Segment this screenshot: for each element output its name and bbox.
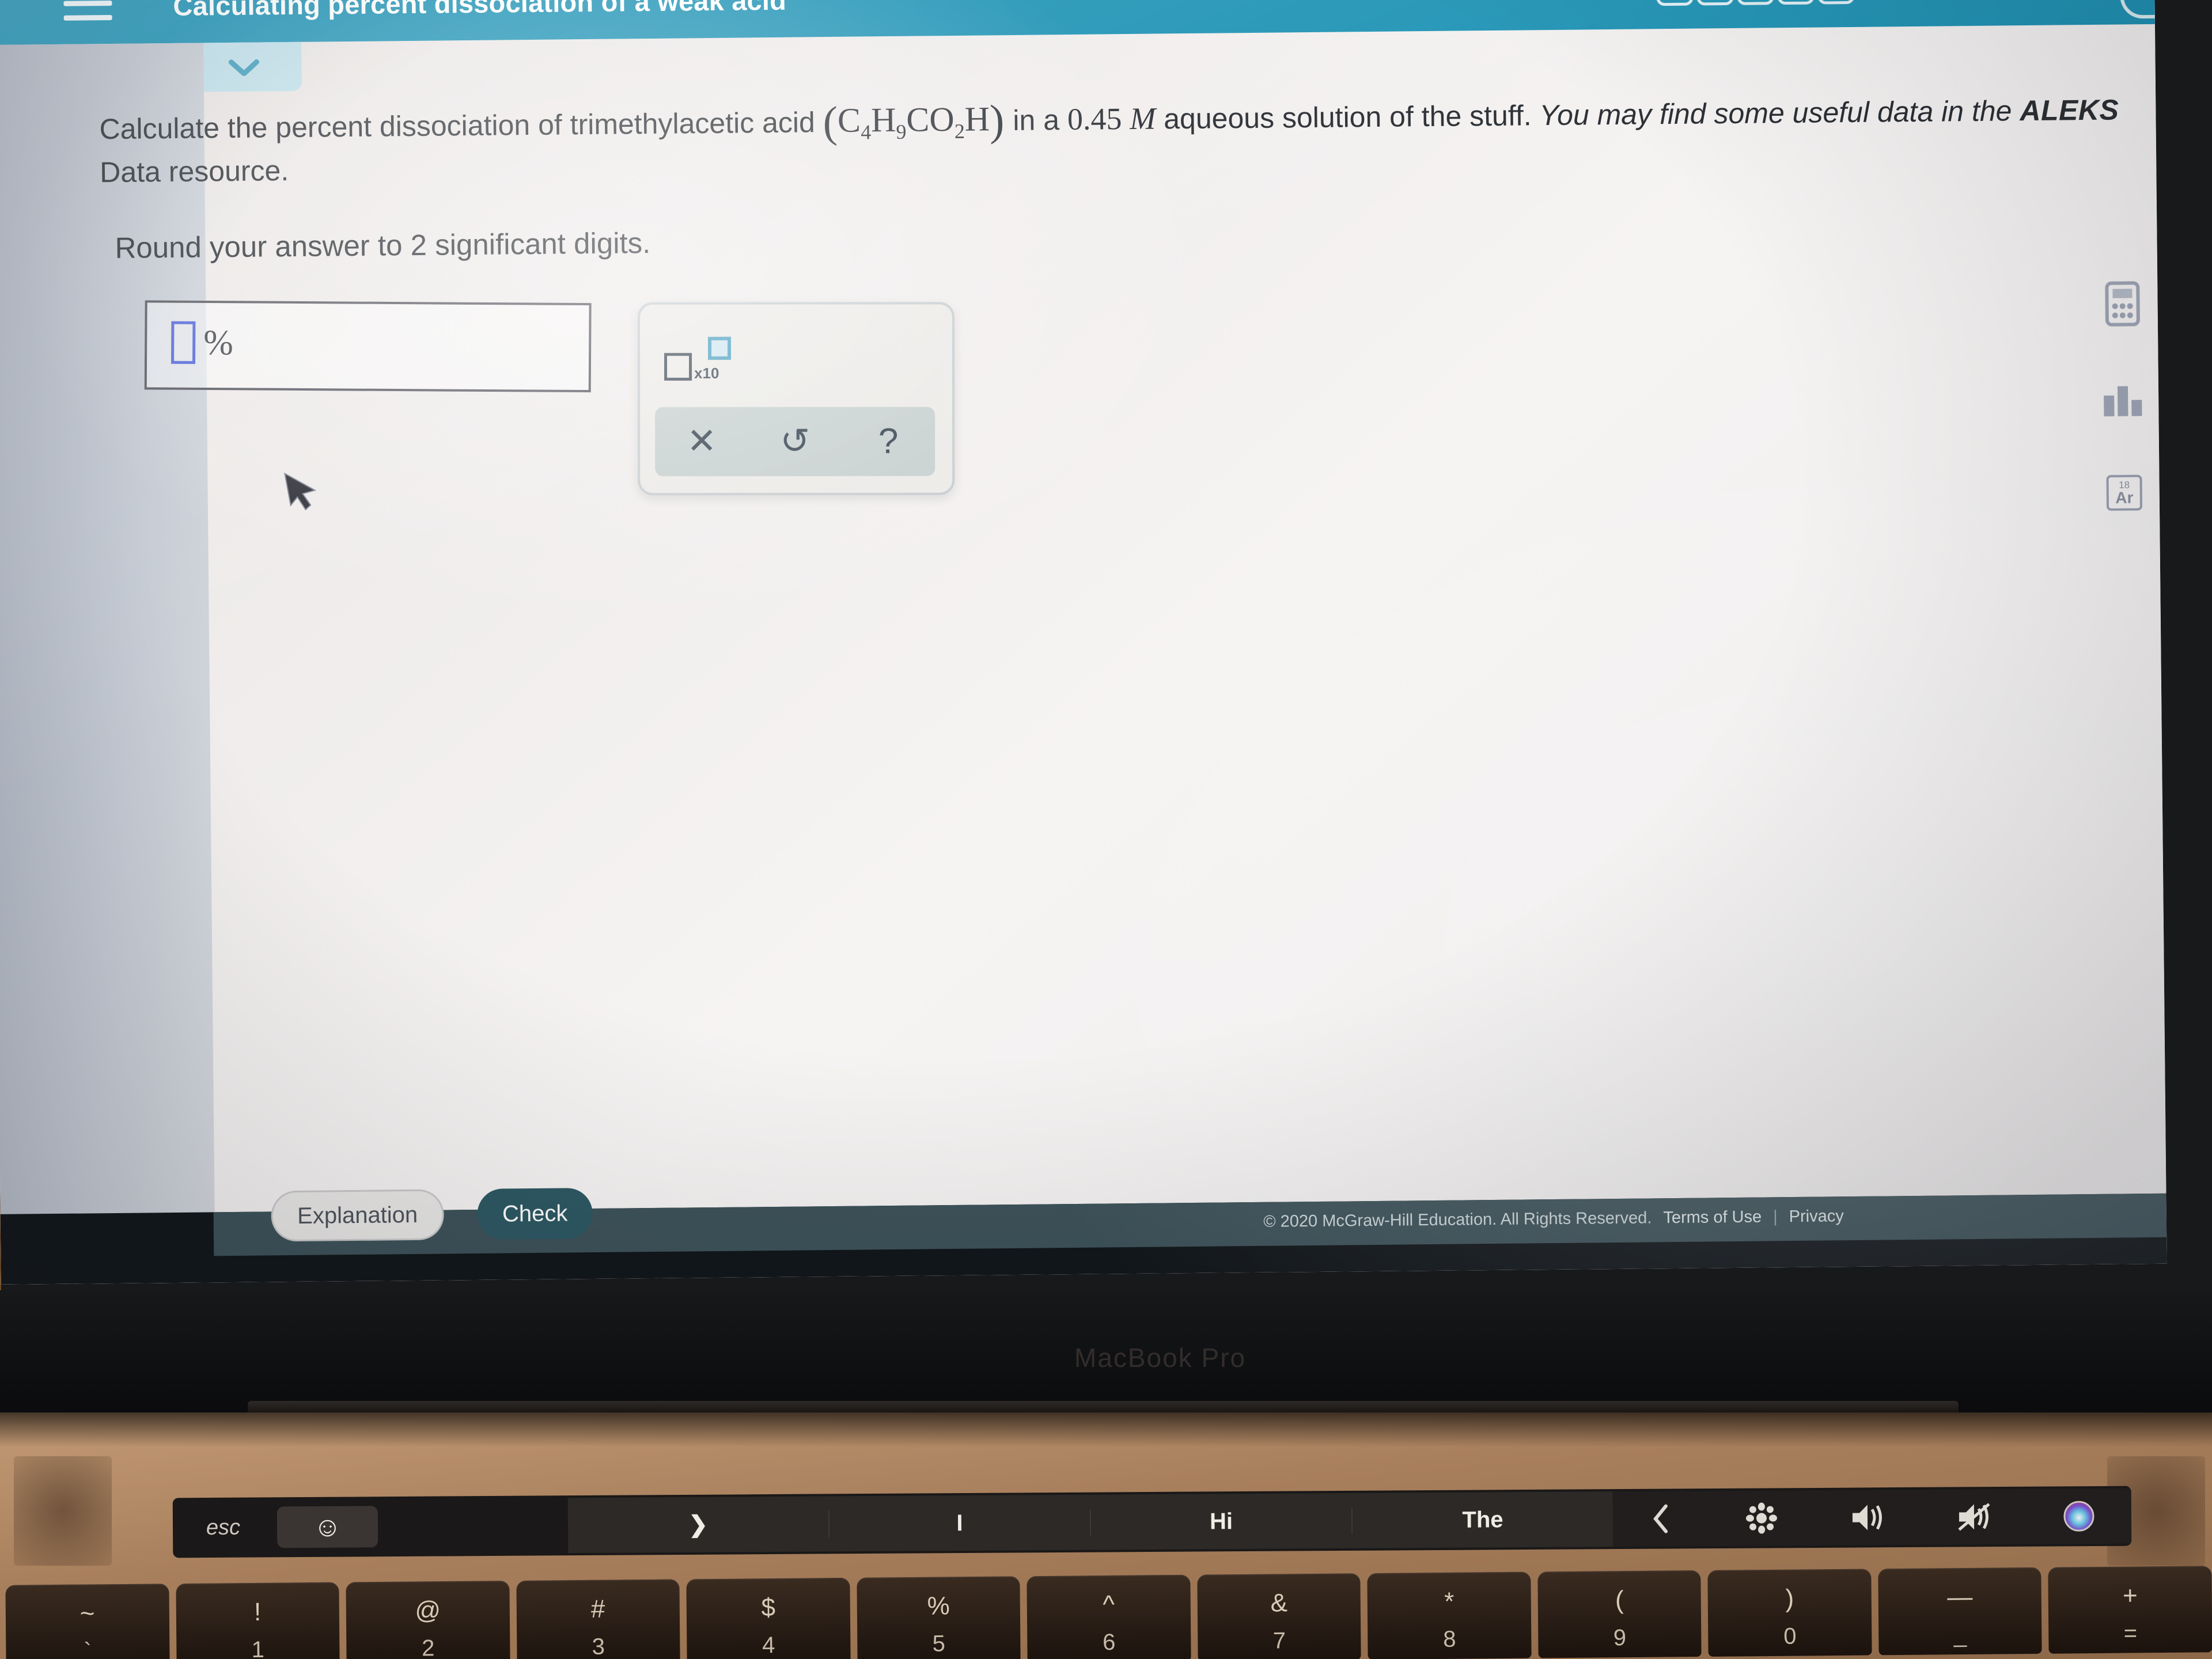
math-tool-palette: x10 ✕ ↺ ? xyxy=(637,302,955,495)
progress-segment xyxy=(1656,0,1694,6)
progress-segment xyxy=(1696,0,1734,6)
rounding-instruction: Round your answer to 2 significant digit… xyxy=(115,226,651,264)
separator: | xyxy=(1773,1207,1778,1226)
screenshot-root: Calculating percent dissociation of a we… xyxy=(0,0,2212,1659)
page-title: Calculating percent dissociation of a we… xyxy=(173,0,787,21)
touch-bar: esc ☺ ❯ I Hi The xyxy=(172,1486,2132,1558)
key-4[interactable]: $ 4 xyxy=(686,1577,851,1659)
touchbar-gap xyxy=(378,1525,568,1527)
key-equals[interactable]: + = xyxy=(2048,1566,2212,1654)
key-9[interactable]: ( 9 xyxy=(1537,1570,1702,1658)
question-text-part2: in a xyxy=(1013,104,1060,137)
undo-button[interactable]: ↺ xyxy=(748,407,842,476)
deck-shadow xyxy=(0,1412,2212,1447)
touchbar-suggestion[interactable]: ❯ xyxy=(567,1510,830,1539)
hamburger-icon[interactable] xyxy=(63,0,112,21)
explanation-button[interactable]: Explanation xyxy=(271,1189,445,1242)
side-tool-rail: 18 Ar xyxy=(2090,279,2156,518)
terms-of-use-link[interactable]: Terms of Use xyxy=(1663,1208,1762,1228)
back-chevron-icon[interactable] xyxy=(1648,1502,1673,1535)
chemical-formula: (C4H9CO2H) xyxy=(823,96,1005,147)
progress-segment xyxy=(1817,0,1855,5)
element-tile: 18 Ar xyxy=(2106,475,2143,511)
page-background xyxy=(0,0,2167,1285)
touchbar-predictive-text: ❯ I Hi The xyxy=(567,1491,1613,1554)
speaker-grille-left xyxy=(14,1456,112,1566)
touchbar-suggestion[interactable]: The xyxy=(1353,1506,1613,1534)
sci-base-box xyxy=(664,353,692,381)
key-2[interactable]: @ 2 xyxy=(346,1581,510,1659)
key-6[interactable]: ^ 6 xyxy=(1027,1574,1191,1659)
key-0[interactable]: ) 0 xyxy=(1707,1569,1872,1657)
touchbar-control-strip xyxy=(1612,1488,2132,1547)
key-1[interactable]: ! 1 xyxy=(175,1582,340,1659)
answer-input-box[interactable]: % xyxy=(144,300,592,393)
key-5[interactable]: % 5 xyxy=(857,1576,1021,1659)
concentration-value: 0.45 xyxy=(1067,101,1122,137)
clear-button[interactable]: ✕ xyxy=(655,407,748,476)
check-button[interactable]: Check xyxy=(477,1188,593,1240)
molarity-symbol: M xyxy=(1130,101,1156,136)
privacy-link[interactable]: Privacy xyxy=(1789,1207,1844,1226)
sci-exponent-box xyxy=(707,336,732,360)
answer-input-inner: % xyxy=(171,321,233,365)
question-text-part1: Calculate the percent dissociation of tr… xyxy=(99,106,816,146)
progress-segment xyxy=(1777,0,1815,5)
copyright-bar: © 2020 McGraw-Hill Education. All Rights… xyxy=(1263,1207,1844,1232)
calculator-icon[interactable] xyxy=(2097,279,2147,329)
brightness-icon[interactable] xyxy=(1745,1501,1778,1535)
answer-value-slot[interactable] xyxy=(171,321,196,364)
touchbar-suggestion[interactable]: Hi xyxy=(1090,1508,1353,1536)
question-text-part3: aqueous solution of the stuff. xyxy=(1163,99,1532,135)
percent-unit-label: % xyxy=(203,323,234,363)
palette-action-row: ✕ ↺ ? xyxy=(655,407,935,476)
screen-content: Calculating percent dissociation of a we… xyxy=(0,0,2167,1285)
volume-up-icon[interactable] xyxy=(1849,1501,1885,1533)
sci-x10-label: x10 xyxy=(694,364,719,382)
question-hint-text: You may find some useful data in the xyxy=(1539,94,2012,132)
key-8[interactable]: * 8 xyxy=(1367,1571,1532,1659)
laptop-screen: Calculating percent dissociation of a we… xyxy=(0,0,2212,1319)
key-tilde[interactable]: ~ ` xyxy=(5,1584,170,1659)
emoji-icon[interactable]: ☺ xyxy=(276,1506,378,1548)
copyright-text: © 2020 McGraw-Hill Education. All Rights… xyxy=(1263,1209,1652,1231)
touchbar-suggestion[interactable]: I xyxy=(829,1509,1092,1537)
key-minus[interactable]: — _ xyxy=(1878,1567,2042,1656)
scientific-notation-button[interactable]: x10 xyxy=(664,335,745,387)
help-button[interactable]: ? xyxy=(842,407,935,476)
periodic-table-icon[interactable]: 18 Ar xyxy=(2099,468,2149,518)
mute-icon[interactable] xyxy=(1956,1501,1991,1533)
progress-bar xyxy=(1656,0,1855,6)
key-3[interactable]: # 3 xyxy=(516,1579,680,1659)
touchbar-esc-key[interactable]: esc xyxy=(173,1497,274,1558)
footer-action-bar: Explanation Check xyxy=(271,1188,593,1242)
bar-chart-icon[interactable] xyxy=(2099,373,2149,423)
progress-segment xyxy=(1737,0,1774,5)
chevron-down-icon xyxy=(228,59,259,76)
macbook-pro-label: MacBook Pro xyxy=(1074,1343,1247,1373)
question-line-2: Data resource. xyxy=(99,154,289,189)
siri-icon[interactable] xyxy=(2062,1499,2096,1533)
aleks-label: ALEKS xyxy=(2020,93,2119,127)
key-7[interactable]: & 7 xyxy=(1197,1573,1361,1659)
